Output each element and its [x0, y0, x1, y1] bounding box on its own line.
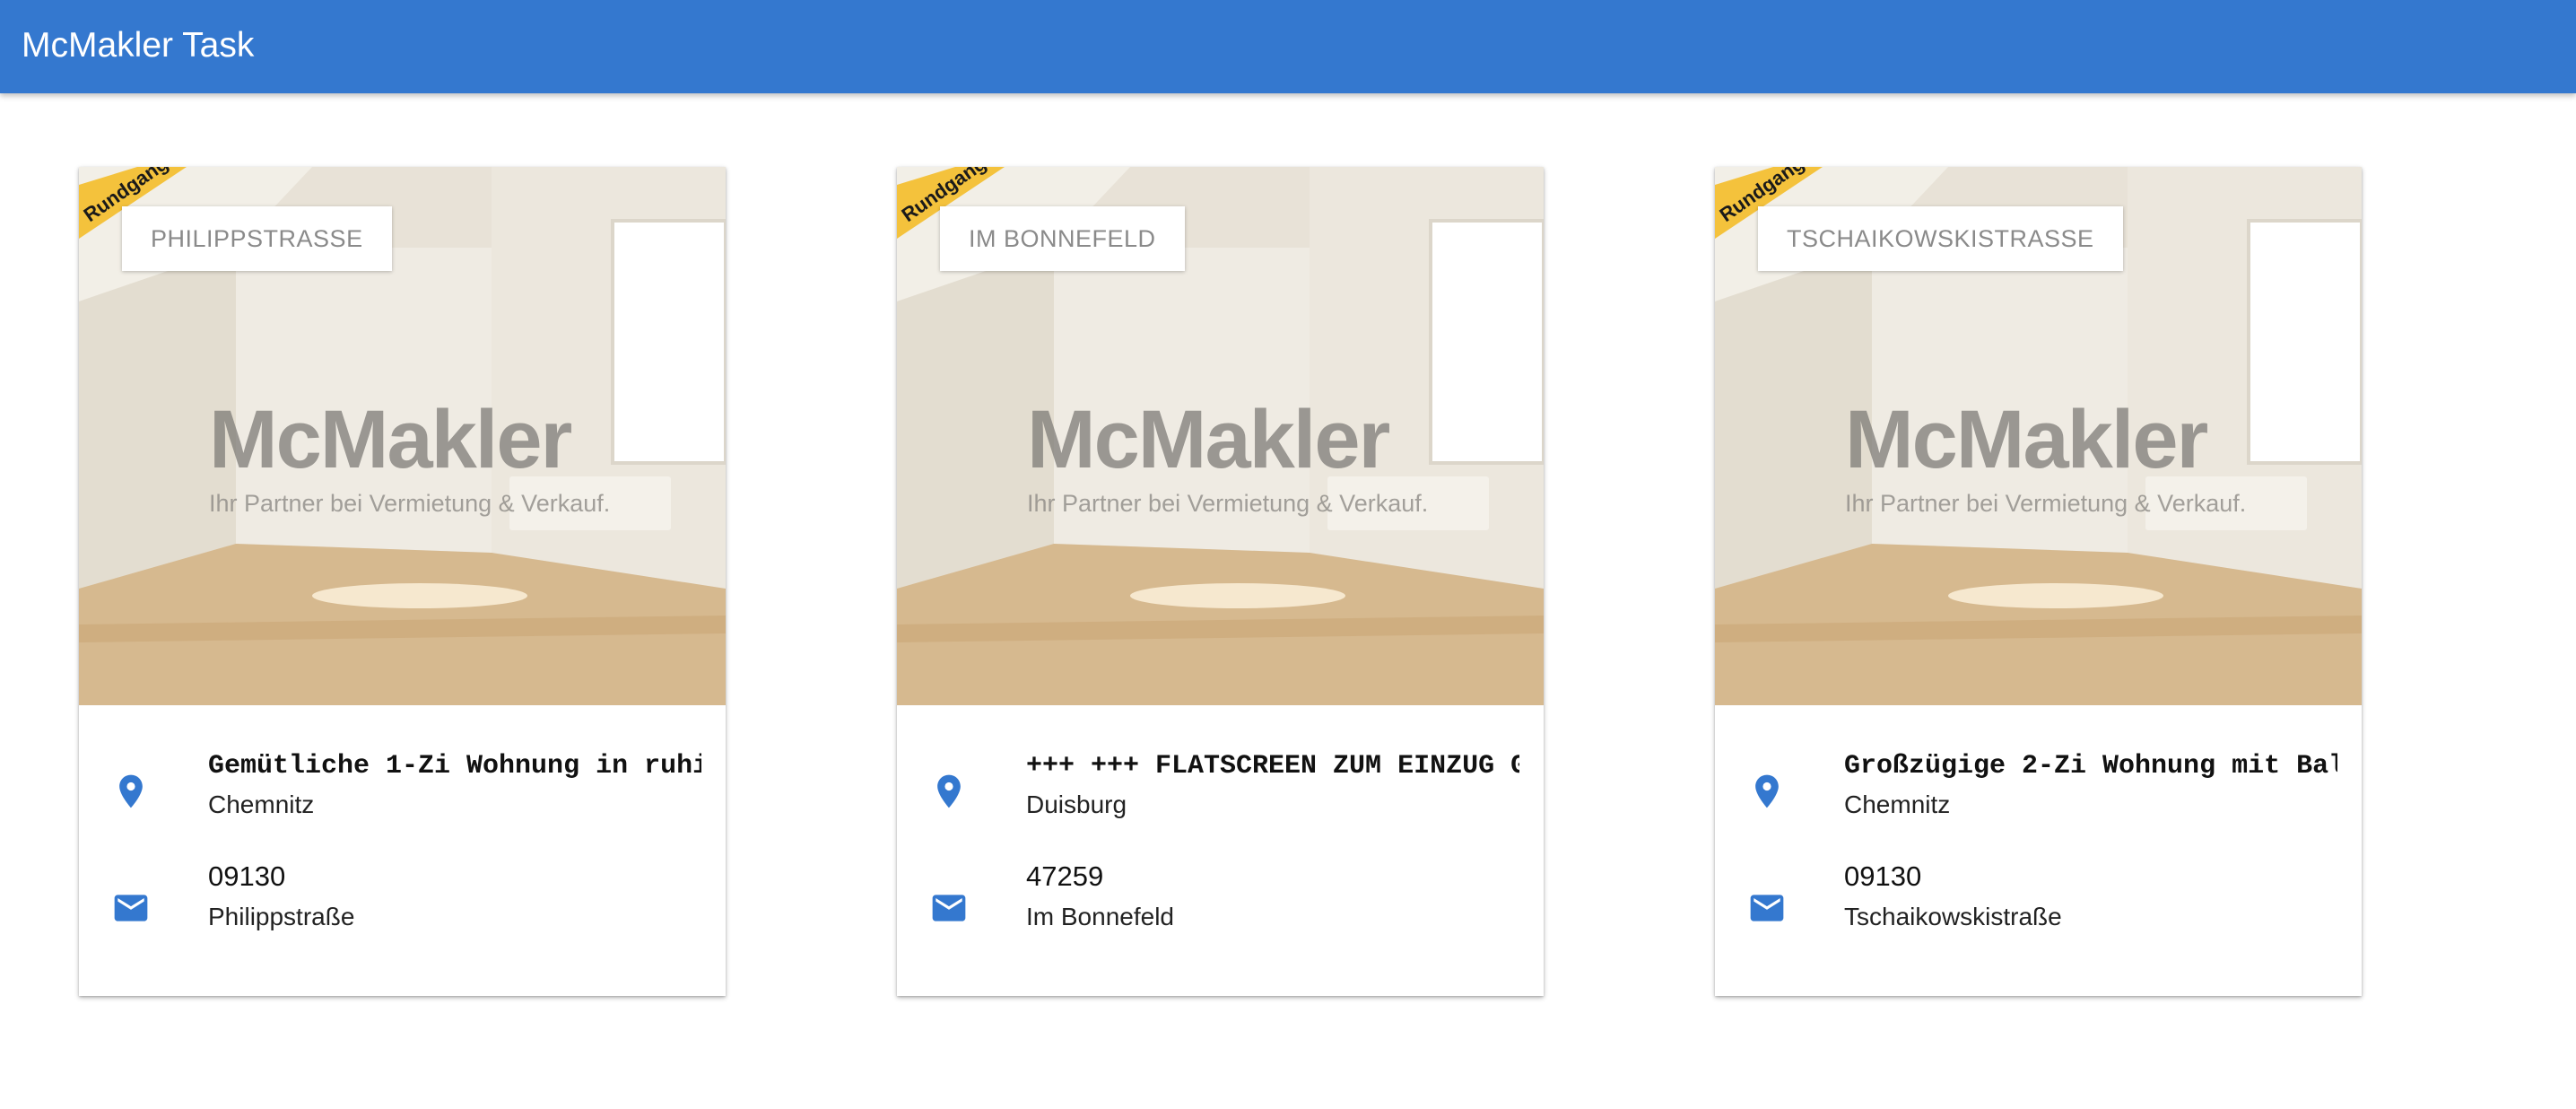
listing-city: Chemnitz [208, 790, 315, 818]
listing-city: Chemnitz [1844, 790, 1951, 818]
address-block: 09130 Philippstraße [208, 858, 701, 935]
listing-card[interactable]: Rundgang McMakler Ihr Partner bei Vermie… [79, 167, 726, 996]
street-tag-chip: PHILIPPSTRASSE [122, 206, 392, 271]
location-pin-icon [119, 774, 143, 808]
watermark-tagline: Ihr Partner bei Vermietung & Verkauf. [1845, 490, 2246, 517]
watermark-brand: McMakler [1027, 394, 1389, 485]
location-pin-icon [937, 774, 961, 808]
listing-title[interactable]: Gemütliche 1-Zi Wohnung in ruhiger Lage [208, 748, 701, 784]
title-block: Großzügige 2-Zi Wohnung mit Balkon Chemn… [1844, 748, 2337, 823]
listing-grid: Rundgang McMakler Ihr Partner bei Vermie… [0, 0, 2576, 1109]
listing-title[interactable]: +++ +++ FLATSCREEN ZUM EINZUG GESCHENKT … [1026, 748, 1519, 784]
watermark-brand: McMakler [209, 394, 571, 485]
app-bar: McMakler Task [0, 0, 2576, 93]
listing-photo[interactable]: Rundgang McMakler Ihr Partner bei Vermie… [79, 167, 726, 705]
watermark-brand: McMakler [1845, 394, 2207, 485]
mail-icon [1750, 895, 1784, 921]
watermark-tagline: Ihr Partner bei Vermietung & Verkauf. [209, 490, 610, 517]
listing-zip: 09130 [208, 860, 286, 892]
listing-title[interactable]: Großzügige 2-Zi Wohnung mit Balkon [1844, 748, 2337, 784]
location-pin-icon [1755, 774, 1779, 808]
app-title: McMakler Task [22, 26, 255, 65]
listing-photo[interactable]: Rundgang McMakler Ihr Partner bei Vermie… [1715, 167, 2362, 705]
street-tag-chip: TSCHAIKOWSKISTRASSE [1758, 206, 2123, 271]
listing-card[interactable]: Rundgang McMakler Ihr Partner bei Vermie… [1715, 167, 2362, 996]
address-block: 09130 Tschaikowskistraße [1844, 858, 2337, 935]
watermark-tagline: Ihr Partner bei Vermietung & Verkauf. [1027, 490, 1428, 517]
listing-zip: 47259 [1026, 860, 1104, 892]
listing-card[interactable]: Rundgang McMakler Ihr Partner bei Vermie… [897, 167, 1544, 996]
listing-street: Philippstraße [208, 903, 355, 930]
street-tag-chip: IM BONNEFELD [940, 206, 1185, 271]
listing-zip: 09130 [1844, 860, 1922, 892]
listing-photo[interactable]: Rundgang McMakler Ihr Partner bei Vermie… [897, 167, 1544, 705]
address-block: 47259 Im Bonnefeld [1026, 858, 1519, 935]
title-block: Gemütliche 1-Zi Wohnung in ruhiger Lage … [208, 748, 701, 823]
mail-icon [932, 895, 966, 921]
listing-street: Tschaikowskistraße [1844, 903, 2062, 930]
listing-street: Im Bonnefeld [1026, 903, 1174, 930]
title-block: +++ +++ FLATSCREEN ZUM EINZUG GESCHENKT … [1026, 748, 1519, 823]
mail-icon [114, 895, 148, 921]
listing-city: Duisburg [1026, 790, 1127, 818]
